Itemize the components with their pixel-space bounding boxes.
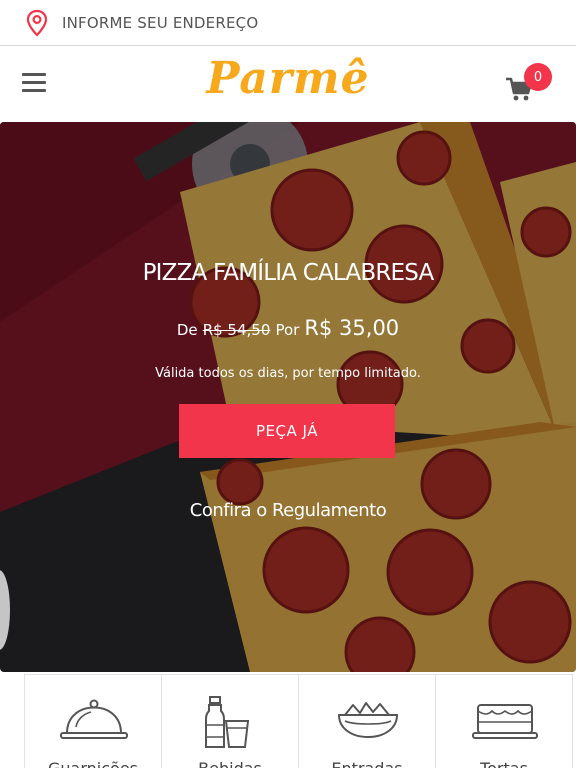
new-price: R$ 35,00 xyxy=(304,316,400,340)
address-bar[interactable]: INFORME SEU ENDEREÇO xyxy=(0,0,576,46)
order-now-button[interactable]: PEÇA JÁ xyxy=(179,404,395,458)
category-label: Tortas xyxy=(436,759,572,768)
hero-banner[interactable]: PIZZA FAMÍLIA CALABRESA De R$ 54,50 Por … xyxy=(0,122,576,672)
price-connector: Por xyxy=(275,321,300,339)
category-label: Entradas xyxy=(299,759,435,768)
rules-link[interactable]: Confira o Regulamento xyxy=(0,500,576,521)
promo-price: De R$ 54,50 Por R$ 35,00 xyxy=(0,316,576,340)
hero-overlay xyxy=(0,122,576,672)
price-prefix: De xyxy=(176,321,198,339)
promo-title: PIZZA FAMÍLIA CALABRESA xyxy=(142,260,435,286)
salad-bowl-icon xyxy=(337,702,399,739)
location-pin-icon xyxy=(26,9,48,37)
category-entradas[interactable]: Entradas xyxy=(298,674,436,768)
logo[interactable]: Parmê xyxy=(0,53,576,104)
category-label: Bebidas xyxy=(162,759,298,768)
header: Parmê 0 xyxy=(0,47,576,121)
category-guarnicoes[interactable]: Guarnições xyxy=(24,674,162,768)
category-tortas[interactable]: Tortas xyxy=(435,674,573,768)
category-strip: Guarnições Bebidas Entradas Tortas xyxy=(24,674,576,768)
cake-icon xyxy=(472,704,538,739)
address-label: INFORME SEU ENDEREÇO xyxy=(62,13,259,32)
category-bebidas[interactable]: Bebidas xyxy=(161,674,299,768)
cloche-icon xyxy=(60,699,128,739)
old-price: R$ 54,50 xyxy=(202,321,271,339)
drinks-icon xyxy=(205,696,250,748)
category-label: Guarnições xyxy=(25,759,161,768)
promo-note: Válida todos os dias, por tempo limitado… xyxy=(155,366,421,381)
cart-count-badge: 0 xyxy=(524,63,552,91)
